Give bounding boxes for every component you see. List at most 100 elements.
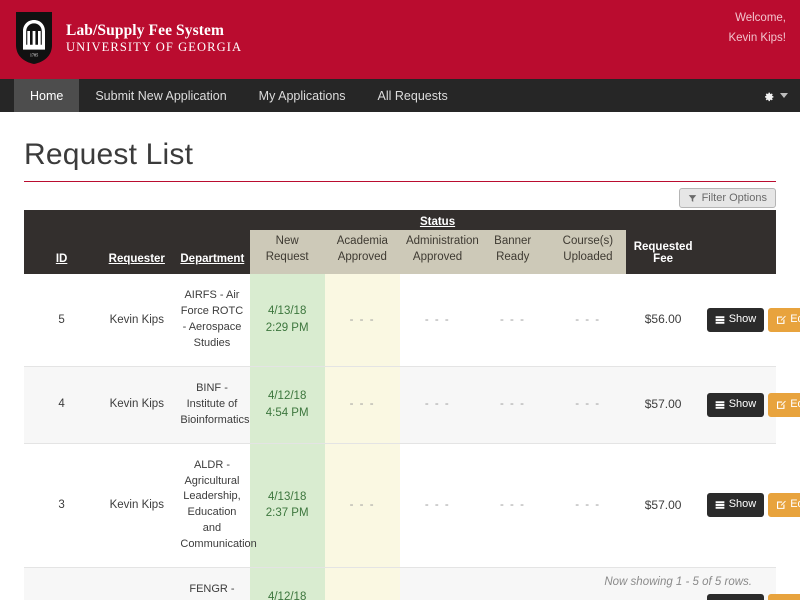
cell-actions: Show Edit xyxy=(700,443,800,569)
settings-menu-button[interactable] xyxy=(762,79,788,112)
filter-toolbar: Filter Options xyxy=(24,182,776,210)
cell-id: 5 xyxy=(24,274,100,367)
gear-icon xyxy=(765,92,774,102)
status-group-label: Status xyxy=(419,216,456,228)
show-button-label: Show xyxy=(728,397,757,410)
nav-item-home-label: Home xyxy=(30,88,64,103)
cell-new-request-date: 4/12/18 xyxy=(267,390,307,403)
cell-administration-approved: - - - xyxy=(399,366,476,444)
row-count-footnote: Now showing 1 - 5 of 5 rows. xyxy=(604,576,752,588)
column-header-academia-approved: Academia Approved xyxy=(324,230,400,275)
cell-new-request-date: 4/13/18 xyxy=(267,305,307,318)
table-header-row: ID Requester Department New Request Acad… xyxy=(24,230,776,275)
column-header-administration-approved: Administration Approved xyxy=(399,230,479,275)
site-masthead: 1785 Lab/Supply Fee System UNIVERSITY OF… xyxy=(0,0,800,76)
request-list-table: Status ID Requester Department New Reque… xyxy=(24,210,800,600)
edit-button[interactable]: Edit xyxy=(768,493,800,518)
table-row: 5 Kevin Kips AIRFS - Air Force ROTC - Aero… xyxy=(24,274,800,367)
show-button-label: Show xyxy=(728,312,757,325)
column-header-courses-uploaded: Course(s) Uploaded xyxy=(550,230,626,275)
edit-button[interactable]: Edit xyxy=(768,307,800,332)
column-header-banner-ready-line2: Ready xyxy=(496,250,530,263)
brand-lockup[interactable]: 1785 Lab/Supply Fee System UNIVERSITY OF… xyxy=(14,12,242,64)
cell-new-request: 4/13/18 2:37 PM xyxy=(249,443,325,569)
cell-department: BINF - Institute of Bioinformatics xyxy=(174,366,250,444)
cell-department: ALDR - Agricultural Leadership, Educatio… xyxy=(174,443,257,569)
list-icon xyxy=(715,316,725,324)
cell-new-request-time: 2:29 PM xyxy=(265,321,309,334)
column-header-administration-approved-line2: Approved xyxy=(412,250,463,263)
edit-button-label: Edit xyxy=(790,498,800,511)
show-button[interactable]: Show xyxy=(706,307,765,332)
column-header-requested-fee: Requested Fee xyxy=(625,230,701,275)
list-icon xyxy=(715,400,725,409)
column-header-new-request: New Request xyxy=(249,230,325,275)
table-group-header-row: Status xyxy=(24,210,776,230)
filter-options-button[interactable]: Filter Options xyxy=(678,188,776,208)
cell-requested-fee: $56.00 xyxy=(625,274,701,367)
nav-item-home[interactable]: Home xyxy=(14,79,80,112)
cell-academia-approved: - - - xyxy=(324,366,400,444)
table-body: 5 Kevin Kips AIRFS - Air Force ROTC - Aero… xyxy=(24,274,800,600)
column-header-department-label: Department xyxy=(180,253,245,266)
page-title: Request List xyxy=(24,138,776,182)
show-button[interactable]: Show xyxy=(706,594,765,600)
nav-item-my-applications[interactable]: My Applications xyxy=(243,79,362,112)
column-header-actions xyxy=(700,230,776,275)
cell-new-request-date: 4/12/18 xyxy=(267,591,307,600)
cell-academia-approved: - - - xyxy=(324,443,400,569)
edit-button[interactable]: Edit xyxy=(768,594,800,600)
show-button[interactable]: Show xyxy=(706,493,765,518)
column-header-banner-ready: Banner Ready xyxy=(475,230,551,275)
cell-requester: Kevin Kips xyxy=(99,274,175,367)
edit-button-label: Edit xyxy=(790,312,800,325)
nav-item-all-requests-label: All Requests xyxy=(377,88,448,103)
pencil-square-icon xyxy=(777,400,787,409)
cell-id: 3 xyxy=(24,443,100,569)
chevron-down-icon xyxy=(780,93,788,98)
cell-new-request-time: 4:54 PM xyxy=(265,406,309,419)
status-group-header[interactable]: Status xyxy=(249,210,626,230)
cell-administration-approved: - - - xyxy=(399,443,476,569)
cell-new-request: 4/12/184:54 PM xyxy=(249,567,325,600)
table-head: Status ID Requester Department New Reque… xyxy=(24,210,776,275)
logo-year-text: 1785 xyxy=(30,53,38,58)
uga-arch-logo-icon: 1785 xyxy=(16,12,52,64)
cell-requester: Kevin Kips xyxy=(99,567,175,600)
cell-department: FENGR - College of Engineering xyxy=(174,567,250,600)
cell-requested-fee: $57.00 xyxy=(625,366,701,444)
edit-button-label: Edit xyxy=(790,397,800,410)
column-header-requester[interactable]: Requester xyxy=(99,230,175,275)
cell-administration-approved: - - - xyxy=(399,567,476,600)
cell-new-request-time: 2:37 PM xyxy=(265,507,309,520)
cell-banner-ready: - - - xyxy=(475,366,551,444)
cell-administration-approved: - - - xyxy=(399,274,476,367)
list-icon xyxy=(715,501,725,510)
column-header-id-label: ID xyxy=(55,253,68,266)
welcome-username: Kevin Kips! xyxy=(728,32,786,45)
show-button[interactable]: Show xyxy=(706,392,765,417)
column-header-department[interactable]: Department xyxy=(174,230,250,275)
welcome-block: Welcome, Kevin Kips! xyxy=(728,8,786,48)
column-header-courses-uploaded-line2: Uploaded xyxy=(563,250,613,263)
cell-id: 2 xyxy=(24,567,100,600)
nav-item-all-requests[interactable]: All Requests xyxy=(362,79,464,112)
column-header-banner-ready-line1: Banner xyxy=(494,235,532,247)
cell-new-request: 4/12/18 4:54 PM xyxy=(249,366,325,444)
cell-banner-ready: - - - xyxy=(475,567,551,600)
column-header-new-request-line1: New xyxy=(275,235,299,247)
cell-actions: Show Edit xyxy=(700,274,800,367)
cell-requester: Kevin Kips xyxy=(99,366,175,444)
column-header-id[interactable]: ID xyxy=(24,230,100,275)
cell-courses-uploaded: - - - xyxy=(550,274,626,367)
nav-item-submit-new-application[interactable]: Submit New Application xyxy=(79,79,242,112)
cell-banner-ready: - - - xyxy=(475,443,551,569)
app-title: Lab/Supply Fee System xyxy=(66,21,224,39)
funnel-icon xyxy=(688,194,696,202)
cell-id: 4 xyxy=(24,366,100,444)
edit-button[interactable]: Edit xyxy=(768,392,800,417)
column-header-courses-uploaded-line1: Course(s) xyxy=(562,235,614,247)
nav-item-my-applications-label: My Applications xyxy=(258,88,346,103)
column-header-new-request-line2: Request xyxy=(265,250,309,263)
filter-options-label: Filter Options xyxy=(701,192,767,204)
